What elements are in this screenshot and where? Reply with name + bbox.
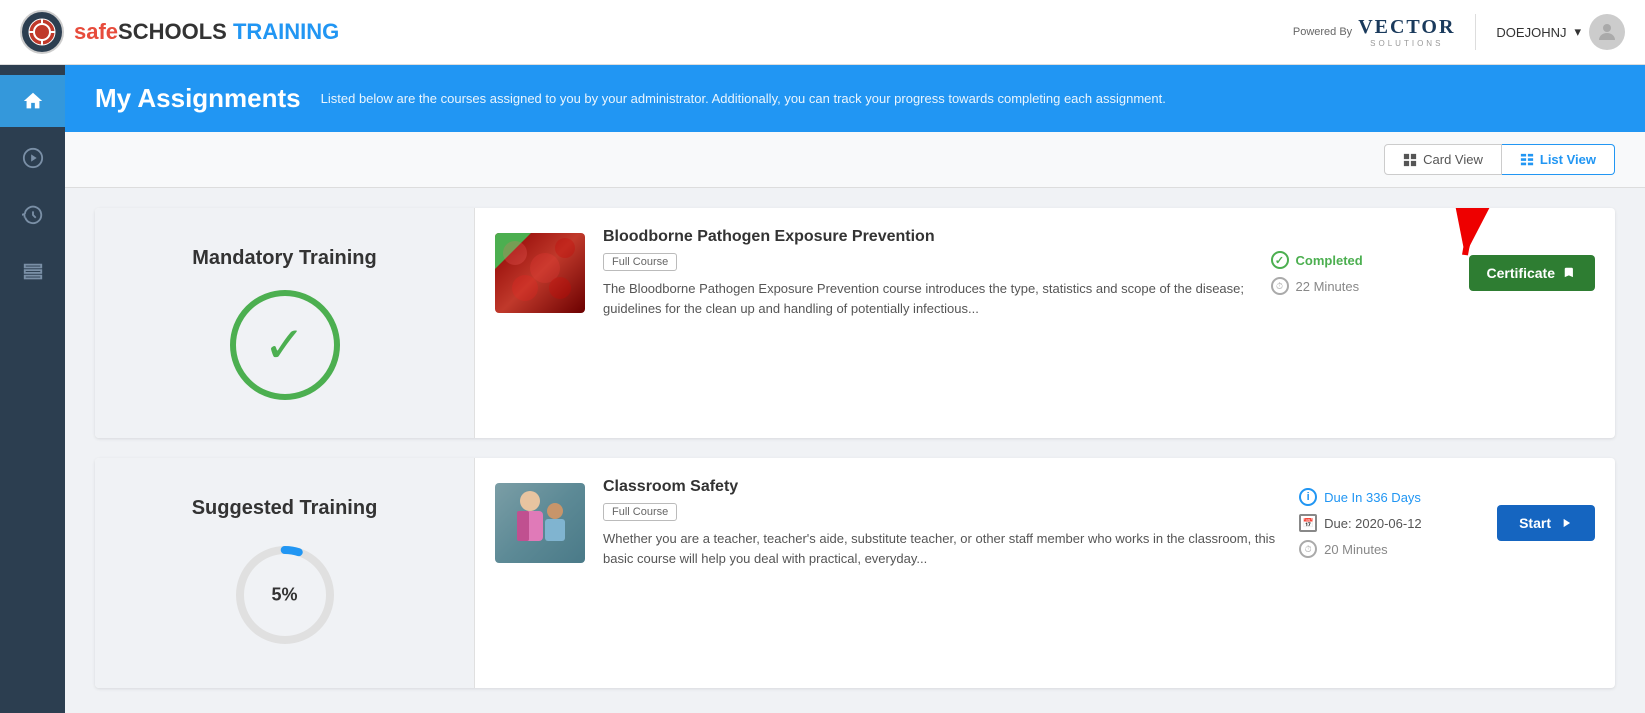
page-title-bar: My Assignments Listed below are the cour… bbox=[65, 65, 1645, 132]
classroom-description: Whether you are a teacher, teacher's aid… bbox=[603, 529, 1281, 568]
classroom-meta: i Due In 336 Days 📅 Due: 2020-06-12 ⏱ 20… bbox=[1299, 488, 1479, 558]
card-view-button[interactable]: Card View bbox=[1384, 144, 1502, 175]
bloodborne-meta: ✓ Completed ⏱ 22 Minutes bbox=[1271, 251, 1451, 295]
top-header: safeSCHOOLS TRAINING Powered By VECTOR S… bbox=[0, 0, 1645, 65]
bloodborne-description: The Bloodborne Pathogen Exposure Prevent… bbox=[603, 279, 1253, 318]
suggested-courses: Classroom Safety Full Course Whether you… bbox=[475, 458, 1615, 688]
info-icon: i bbox=[1299, 488, 1317, 506]
sidebar-item-list[interactable] bbox=[0, 246, 65, 298]
list-view-label: List View bbox=[1540, 152, 1596, 167]
username-text: DOEJOHNJ bbox=[1496, 25, 1566, 40]
classroom-duration: ⏱ 20 Minutes bbox=[1299, 540, 1479, 558]
clock-icon-2: ⏱ bbox=[1299, 540, 1317, 558]
page-subtitle: Listed below are the courses assigned to… bbox=[321, 91, 1166, 106]
user-menu[interactable]: DOEJOHNJ ▾ bbox=[1475, 14, 1625, 50]
classroom-info: Classroom Safety Full Course Whether you… bbox=[603, 478, 1281, 568]
classroom-course-row: Classroom Safety Full Course Whether you… bbox=[475, 458, 1615, 588]
start-button[interactable]: Start bbox=[1497, 505, 1595, 541]
vector-brand-text: VECTOR bbox=[1358, 16, 1455, 38]
logo-area: safeSCHOOLS TRAINING bbox=[20, 10, 339, 54]
card-view-label: Card View bbox=[1423, 152, 1483, 167]
powered-by: Powered By VECTOR SOLUTIONS bbox=[1293, 16, 1456, 48]
classroom-duration-text: 20 Minutes bbox=[1324, 542, 1388, 557]
due-days-text: Due In 336 Days bbox=[1324, 490, 1421, 505]
site-logo-circle bbox=[20, 10, 64, 54]
main-content: My Assignments Listed below are the cour… bbox=[65, 65, 1645, 713]
logo-text: safeSCHOOLS TRAINING bbox=[74, 19, 339, 45]
clock-icon: ⏱ bbox=[1271, 277, 1289, 295]
vector-logo: VECTOR SOLUTIONS bbox=[1358, 16, 1455, 48]
bloodborne-title: Bloodborne Pathogen Exposure Prevention bbox=[603, 228, 1253, 246]
vector-sub-text: SOLUTIONS bbox=[1358, 39, 1455, 48]
classroom-badge: Full Course bbox=[603, 503, 677, 521]
page-title: My Assignments bbox=[95, 83, 301, 114]
bloodborne-course-row: Bloodborne Pathogen Exposure Prevention … bbox=[475, 208, 1615, 338]
certificate-button[interactable]: Certificate bbox=[1469, 255, 1595, 291]
suggested-training-section: Suggested Training 5% bbox=[95, 458, 1615, 688]
calendar-icon: 📅 bbox=[1299, 514, 1317, 532]
mandatory-training-section: Mandatory Training ✓ bbox=[95, 208, 1615, 438]
app-body: My Assignments Listed below are the cour… bbox=[0, 65, 1645, 713]
powered-by-text: Powered By bbox=[1293, 26, 1352, 38]
classroom-thumbnail bbox=[495, 483, 585, 563]
status-check-icon: ✓ bbox=[1271, 251, 1289, 269]
sidebar bbox=[0, 65, 65, 713]
suggested-section-label: Suggested Training bbox=[192, 497, 378, 520]
bloodborne-info: Bloodborne Pathogen Exposure Prevention … bbox=[603, 228, 1253, 318]
sections-wrapper: Mandatory Training ✓ bbox=[65, 188, 1645, 708]
bloodborne-duration-text: 22 Minutes bbox=[1296, 279, 1360, 294]
sidebar-item-home[interactable] bbox=[0, 75, 65, 127]
bloodborne-thumbnail bbox=[495, 233, 585, 313]
header-right: Powered By VECTOR SOLUTIONS DOEJOHNJ ▾ bbox=[1293, 14, 1625, 50]
user-avatar bbox=[1589, 14, 1625, 50]
mandatory-courses: Bloodborne Pathogen Exposure Prevention … bbox=[475, 208, 1615, 438]
bloodborne-action: Certificate bbox=[1469, 255, 1595, 291]
classroom-due-date: 📅 Due: 2020-06-12 bbox=[1299, 514, 1479, 532]
bloodborne-status: ✓ Completed bbox=[1271, 251, 1451, 269]
sidebar-item-history[interactable] bbox=[0, 189, 65, 241]
mandatory-section-label: Mandatory Training bbox=[192, 247, 376, 270]
progress-circle: 5% bbox=[230, 540, 340, 650]
due-date-text: Due: 2020-06-12 bbox=[1324, 516, 1422, 531]
classroom-due-days: i Due In 336 Days bbox=[1299, 488, 1479, 506]
progress-percent-text: 5% bbox=[271, 584, 297, 605]
logo-safe: safe bbox=[74, 19, 118, 44]
bloodborne-status-text: Completed bbox=[1296, 253, 1363, 268]
suggested-label-panel: Suggested Training 5% bbox=[95, 458, 475, 688]
logo-training: TRAINING bbox=[233, 19, 339, 44]
classroom-title: Classroom Safety bbox=[603, 478, 1281, 496]
certificate-label: Certificate bbox=[1487, 265, 1555, 281]
bloodborne-badge: Full Course bbox=[603, 253, 677, 271]
list-view-button[interactable]: List View bbox=[1502, 144, 1615, 175]
start-label: Start bbox=[1519, 515, 1551, 531]
view-toggle-bar: Card View List View bbox=[65, 132, 1645, 188]
classroom-action: Start bbox=[1497, 505, 1595, 541]
mandatory-label-panel: Mandatory Training ✓ bbox=[95, 208, 475, 438]
chevron-down-icon: ▾ bbox=[1574, 24, 1581, 40]
bloodborne-duration: ⏱ 22 Minutes bbox=[1271, 277, 1451, 295]
completed-checkmark-icon: ✓ bbox=[264, 316, 306, 374]
logo-schools: SCHOOLS bbox=[118, 19, 227, 44]
completion-circle: ✓ bbox=[230, 290, 340, 400]
sidebar-item-play[interactable] bbox=[0, 132, 65, 184]
